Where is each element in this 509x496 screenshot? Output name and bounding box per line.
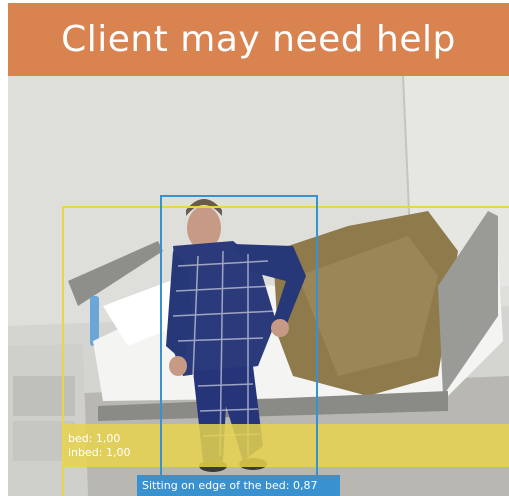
alert-message: Client may need help xyxy=(61,19,456,60)
bed-detection-label: bed: 1,00 xyxy=(68,432,121,445)
person-detection-label: Sitting on edge of the bed: 0,87 xyxy=(142,479,318,492)
alert-banner: Client may need help xyxy=(8,3,509,76)
camera-monitor-frame: Client may need help bed: 1,00 inbed: 1,… xyxy=(0,0,509,496)
inbed-detection-label: inbed: 1,00 xyxy=(68,446,131,459)
